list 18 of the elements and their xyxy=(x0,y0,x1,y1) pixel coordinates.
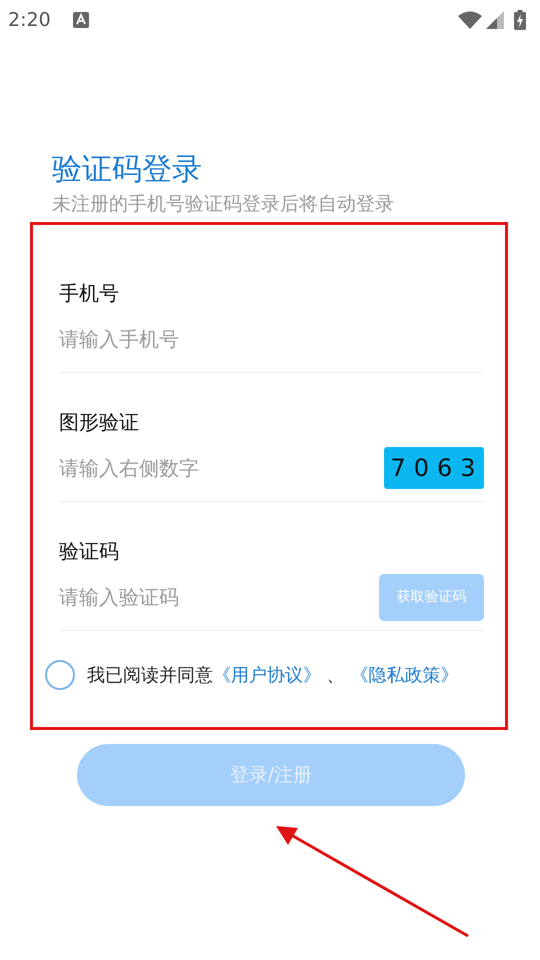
clock-time: 2:20 xyxy=(8,8,51,33)
input-field[interactable]: 请输入右侧数字 xyxy=(59,453,384,483)
input-field[interactable]: 请输入手机号 xyxy=(59,324,484,354)
agreement-link[interactable]: 《隐私政策》 xyxy=(350,664,458,686)
page-title: 验证码登录 xyxy=(52,151,203,189)
keyboard-notification-icon xyxy=(72,12,89,28)
battery-charging-icon xyxy=(514,10,526,30)
input-field[interactable]: 请输入验证码 xyxy=(59,582,379,612)
signal-icon xyxy=(486,11,504,29)
agree-checkbox[interactable] xyxy=(45,660,75,690)
agreement-link[interactable]: 《用户协议》 xyxy=(213,664,321,686)
field-label: 手机号 xyxy=(59,281,120,305)
field-label: 验证码 xyxy=(59,539,120,563)
agreement-text: 我已阅读并同意《用户协议》 、 《隐私政策》 xyxy=(87,664,458,688)
subtitle: 未注册的手机号验证码登录后将自动登录 xyxy=(52,192,395,217)
field-label: 图形验证 xyxy=(59,410,140,434)
wifi-icon xyxy=(458,11,482,29)
captcha-image[interactable]: 7063 xyxy=(384,447,484,489)
